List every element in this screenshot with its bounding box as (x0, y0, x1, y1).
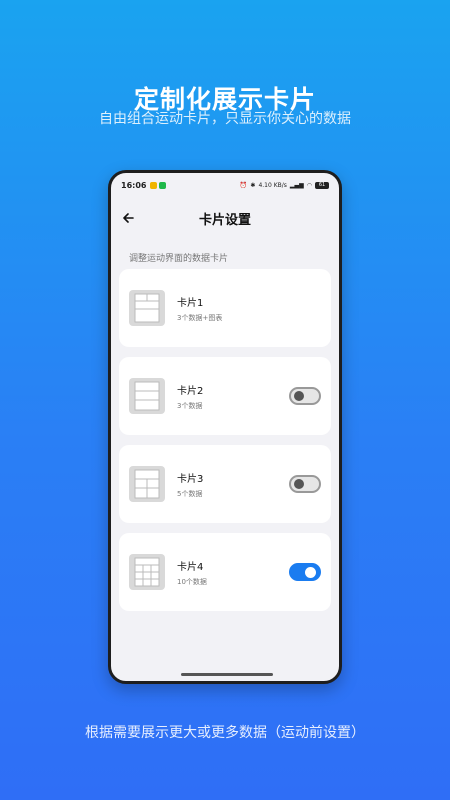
nav-bar: 卡片设置 (111, 203, 339, 233)
layout-3-icon (129, 466, 165, 502)
wechat-icon (159, 181, 167, 189)
promo-subline: 自由组合运动卡片，只显示你关心的数据 (99, 111, 351, 127)
card-subtitle: 5个数据 (177, 489, 203, 498)
card-subtitle: 3个数据 (177, 401, 203, 410)
card-title: 卡片2 (177, 385, 204, 397)
card-title: 卡片1 (177, 297, 204, 309)
wifi-icon: ◠ (306, 181, 312, 189)
home-indicator[interactable] (181, 673, 273, 676)
promo-footer: 根据需要展示更大或更多数据（运动前设置） (85, 725, 365, 741)
bluetooth-icon: ✱ (250, 181, 256, 189)
card-4-toggle[interactable] (289, 563, 321, 581)
back-arrow-icon[interactable] (119, 209, 137, 227)
section-label: 调整运动界面的数据卡片 (129, 254, 229, 264)
battery-icon: 61 (315, 181, 329, 189)
card-2-toggle[interactable] (289, 387, 321, 405)
card-title: 卡片3 (177, 473, 204, 485)
layout-1-icon (129, 290, 165, 326)
card-title: 卡片4 (177, 561, 204, 573)
card-item-4[interactable]: 卡片4 10个数据 (119, 533, 331, 611)
card-item-3[interactable]: 卡片3 5个数据 (119, 445, 331, 523)
notification-icon (150, 181, 158, 189)
card-item-1[interactable]: 卡片1 3个数据+图表 (119, 269, 331, 347)
signal-icon: ▂▄▆ (289, 181, 304, 189)
page-title: 卡片设置 (198, 212, 251, 228)
card-item-2[interactable]: 卡片2 3个数据 (119, 357, 331, 435)
alarm-icon: ⏰ (239, 181, 248, 189)
layout-4-icon (129, 554, 165, 590)
status-right: ⏰ ✱ 4.10 KB/s ▂▄▆ ◠ 61 (239, 181, 329, 189)
net-speed: 4.10 KB/s (258, 181, 287, 189)
card-subtitle: 10个数据 (177, 577, 207, 586)
status-time: 16:06 (121, 180, 147, 190)
phone-frame: 16:06 ⏰ ✱ 4.10 KB/s ▂▄▆ ◠ 61 卡片设置 调整运动界面… (108, 170, 342, 684)
layout-2-icon (129, 378, 165, 414)
status-bar: 16:06 ⏰ ✱ 4.10 KB/s ▂▄▆ ◠ 61 (111, 173, 339, 197)
card-subtitle: 3个数据+图表 (177, 313, 223, 322)
card-3-toggle[interactable] (289, 475, 321, 493)
